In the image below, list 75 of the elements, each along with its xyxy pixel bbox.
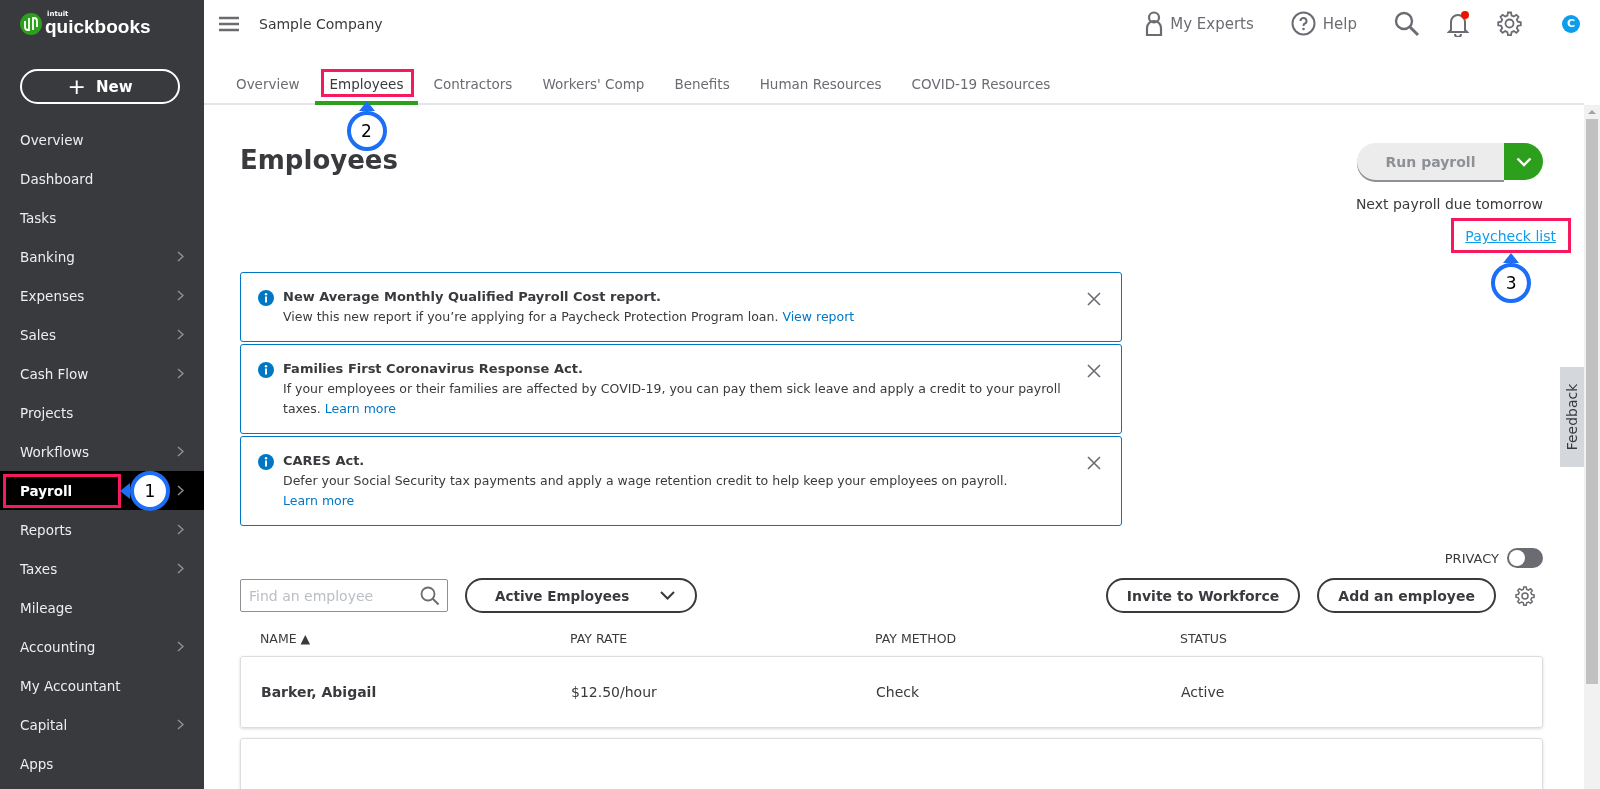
notice-title: CARES Act. bbox=[283, 453, 366, 468]
sidebar-item[interactable]: Projects bbox=[0, 393, 204, 432]
tab[interactable]: Overview bbox=[221, 73, 315, 105]
notice-link[interactable]: View report bbox=[782, 309, 855, 324]
sidebar-item[interactable]: Sales bbox=[0, 315, 204, 354]
info-icon bbox=[258, 454, 274, 470]
sidebar-item[interactable]: Accounting bbox=[0, 627, 204, 666]
sidebar-item[interactable]: Taxes bbox=[0, 549, 204, 588]
invite-button[interactable]: Invite to Workforce bbox=[1105, 578, 1301, 613]
close-icon[interactable] bbox=[1087, 364, 1101, 378]
column-header[interactable]: PAY RATE bbox=[570, 631, 875, 646]
scrollbar[interactable] bbox=[1584, 105, 1600, 789]
dropdown-button[interactable] bbox=[1504, 143, 1543, 180]
sidebar-item[interactable]: Capital bbox=[0, 705, 204, 744]
help-icon bbox=[1290, 11, 1316, 36]
sidebar-item[interactable]: Workflows bbox=[0, 432, 204, 471]
notice-link[interactable]: Learn more bbox=[283, 493, 355, 508]
column-header[interactable]: PAY METHOD bbox=[875, 631, 1180, 646]
sidebar-item[interactable]: Apps bbox=[0, 744, 204, 783]
sidebar-item[interactable]: Banking bbox=[0, 237, 204, 276]
my-experts-button[interactable]: My Experts bbox=[1145, 11, 1254, 36]
sidebar-item[interactable]: Reports bbox=[0, 510, 204, 549]
notice-link[interactable]: Learn more bbox=[324, 401, 397, 416]
next-payroll-text: Next payroll due tomorrow bbox=[1355, 196, 1543, 212]
chevron-down-icon bbox=[660, 591, 675, 600]
tab[interactable]: Employees bbox=[314, 73, 419, 105]
info-icon bbox=[258, 362, 274, 378]
tab[interactable]: Workers' Comp bbox=[527, 73, 660, 105]
notice-text: View this new report if you’re applying for a Paycheck Protection Program loan. View report bbox=[283, 308, 856, 326]
table-cell: Active bbox=[1181, 684, 1225, 700]
sidebar-item[interactable]: Expenses bbox=[0, 276, 204, 315]
add-employee-button[interactable]: Add an employee bbox=[1317, 578, 1496, 613]
tab[interactable]: COVID-19 Resources bbox=[896, 73, 1066, 105]
settings-icon[interactable] bbox=[1515, 585, 1535, 606]
new-button[interactable]: + New bbox=[20, 69, 180, 104]
notice-text: Defer your Social Security tax payments and apply a wage retention credit to help keep your employees on payroll. Learn more bbox=[283, 472, 1009, 510]
company-name: Sample Company bbox=[259, 15, 383, 32]
tab[interactable]: Human Resources bbox=[744, 73, 897, 105]
sidebar-item[interactable]: Mileage bbox=[0, 588, 204, 627]
page-title: Employees bbox=[240, 145, 398, 175]
close-icon[interactable] bbox=[1087, 456, 1101, 470]
person-icon bbox=[1145, 11, 1164, 36]
menu-icon[interactable] bbox=[219, 15, 239, 32]
search-icon[interactable] bbox=[1394, 10, 1420, 37]
privacy-toggle[interactable] bbox=[1507, 548, 1543, 568]
notice-text: If your employees or their families are affected by COVID-19, you can pay them sick leave and apply a credit to your payroll taxes. Learn more bbox=[283, 380, 1062, 418]
chevron-down-icon bbox=[1515, 156, 1532, 167]
info-icon bbox=[258, 290, 274, 306]
sidebar-item[interactable]: Tasks bbox=[0, 198, 204, 237]
help-button[interactable]: Help bbox=[1290, 11, 1357, 36]
notice-title: Families First Coronavirus Response Act. bbox=[283, 361, 584, 376]
feedback-tab[interactable]: Feedback bbox=[1560, 367, 1584, 467]
tab[interactable]: Contractors bbox=[418, 73, 528, 105]
settings-icon[interactable] bbox=[1497, 11, 1522, 36]
search-icon bbox=[420, 586, 440, 606]
brand-name: quickbooks bbox=[45, 17, 151, 36]
sidebar-item[interactable]: Dashboard bbox=[0, 159, 204, 198]
table-row[interactable]: Barker, Abigail $12.50/hour Check Active bbox=[240, 656, 1543, 728]
sidebar-item[interactable]: Payroll 1 bbox=[0, 471, 204, 510]
sidebar-item[interactable]: My Accountant bbox=[0, 666, 204, 705]
tab[interactable]: Benefits bbox=[659, 73, 745, 105]
notifications-button[interactable] bbox=[1447, 10, 1469, 37]
table-cell-text: $12.50/hour bbox=[571, 684, 658, 700]
notice-title: New Average Monthly Qualified Payroll Cost report. bbox=[283, 289, 663, 304]
column-header[interactable]: NAME ▲ bbox=[260, 631, 570, 646]
sidebar-item[interactable]: Overview bbox=[0, 120, 204, 159]
filter-dropdown[interactable]: Active Employees bbox=[465, 578, 697, 613]
search-field[interactable]: Find an employee bbox=[240, 579, 448, 612]
column-header[interactable]: STATUS bbox=[1180, 631, 1227, 646]
table-cell-text: Check bbox=[876, 684, 921, 700]
logo-icon bbox=[20, 12, 42, 35]
table-cell-text: Barker, Abigail bbox=[261, 684, 378, 700]
privacy-label: PRIVACY bbox=[1444, 550, 1499, 566]
sidebar-item[interactable]: Cash Flow bbox=[0, 354, 204, 393]
close-icon[interactable] bbox=[1087, 292, 1101, 306]
